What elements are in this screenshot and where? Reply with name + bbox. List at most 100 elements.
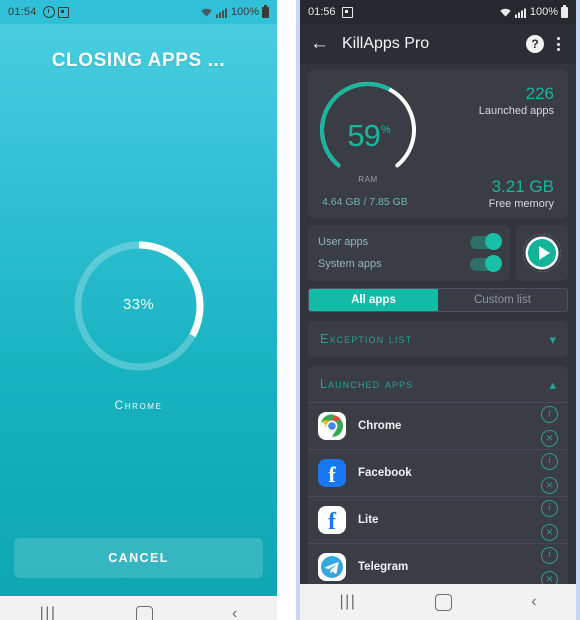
info-icon[interactable]: i — [541, 405, 558, 423]
screenshot-icon — [341, 6, 353, 18]
free-memory-stat: 3.21 GB Free memory — [489, 177, 554, 210]
play-icon[interactable] — [523, 234, 561, 272]
status-right-icons: 100% — [200, 4, 269, 18]
row-actions: i ✕ — [541, 499, 558, 541]
back-arrow-icon[interactable]: ← — [310, 33, 332, 55]
free-memory-label: Free memory — [488, 198, 554, 210]
right-phone: 01:56 100% ← KillApps Pro ? 59% RAM 4.64… — [296, 0, 580, 620]
wifi-icon — [201, 8, 212, 17]
app-type-toggles: User apps System apps — [308, 225, 510, 281]
status-left-icons — [42, 6, 69, 18]
launched-apps-value: 226 — [525, 84, 554, 103]
right-status-bar: 01:56 100% — [300, 0, 576, 24]
list-item[interactable]: f Facebook i ✕ — [308, 449, 568, 496]
chevron-up-icon[interactable]: ▴ — [549, 378, 556, 391]
list-item[interactable]: f Lite i ✕ — [308, 496, 568, 543]
exception-list-header[interactable]: Exception list ▾ — [308, 321, 568, 357]
screenshot-icon — [57, 6, 69, 18]
app-name: Lite — [358, 514, 379, 526]
kill-apps-action[interactable] — [516, 225, 568, 281]
progress-ring: 33% — [71, 238, 207, 374]
status-time: 01:54 — [8, 6, 37, 18]
battery-icon — [561, 4, 568, 18]
close-icon[interactable]: ✕ — [541, 429, 558, 447]
list-item[interactable]: Chrome i ✕ — [308, 402, 568, 449]
recents-icon[interactable]: ||| — [339, 594, 356, 610]
free-memory-value: 3.21 GB — [491, 177, 554, 196]
back-icon[interactable]: ‹ — [232, 606, 237, 620]
launched-apps-list: Chrome i ✕ f Facebook i ✕ f Lite i ✕ Tel… — [308, 402, 568, 584]
telegram-icon — [318, 553, 346, 581]
toggle-system-apps-label: System apps — [318, 258, 382, 270]
ram-label: RAM — [358, 175, 378, 184]
facebook-lite-icon: f — [318, 506, 346, 534]
right-phone-screen: 01:56 100% ← KillApps Pro ? 59% RAM 4.64… — [300, 0, 576, 620]
tab-all-apps[interactable]: All apps — [309, 289, 438, 311]
row-actions: i ✕ — [541, 452, 558, 494]
left-phone: 01:54 100% CLOSING APPS ... 33% Chrome C… — [0, 0, 277, 620]
left-nav-bar: ||| ‹ — [0, 596, 277, 620]
wifi-icon — [500, 8, 511, 17]
launched-apps-stat: 226 Launched apps — [479, 84, 554, 117]
cancel-button[interactable]: CANCEL — [14, 538, 263, 578]
chevron-down-icon[interactable]: ▾ — [549, 333, 556, 346]
toggles-row: User apps System apps — [308, 225, 568, 281]
launched-apps-title: Launched apps — [320, 377, 414, 391]
battery-percent: 100% — [230, 6, 259, 18]
close-icon[interactable]: ✕ — [541, 476, 558, 494]
recents-icon[interactable]: ||| — [40, 606, 57, 620]
memory-usage-text: 4.64 GB / 7.85 GB — [322, 196, 408, 208]
signal-icon — [514, 8, 526, 18]
home-icon[interactable] — [135, 605, 153, 620]
signal-icon — [215, 8, 227, 18]
toggle-user-apps-label: User apps — [318, 236, 369, 248]
list-mode-segmented-control[interactable]: All apps Custom list — [308, 288, 568, 312]
battery-icon — [262, 4, 269, 18]
app-bar: ← KillApps Pro ? — [300, 24, 576, 64]
home-icon[interactable] — [435, 593, 453, 611]
launched-apps-label: Launched apps — [478, 105, 554, 117]
help-icon[interactable]: ? — [526, 35, 544, 53]
close-icon[interactable]: ✕ — [541, 570, 558, 584]
app-name: Facebook — [358, 467, 412, 479]
app-title: KillApps Pro — [342, 35, 430, 52]
left-status-bar: 01:54 100% — [0, 0, 277, 24]
alarm-clock-icon — [42, 6, 55, 18]
ram-percent: 59% — [347, 118, 390, 153]
progress-percent-label: 33% — [123, 296, 154, 313]
app-name: Chrome — [358, 420, 402, 432]
ram-gauge: 59% RAM — [318, 76, 436, 208]
back-icon[interactable]: ‹ — [531, 594, 536, 610]
status-time: 01:56 — [308, 6, 336, 18]
progress-ring-area: 33% Chrome — [0, 238, 277, 412]
toggle-user-apps[interactable]: User apps — [318, 232, 502, 252]
exception-list-title: Exception list — [320, 332, 413, 346]
list-item[interactable]: Telegram i ✕ — [308, 543, 568, 584]
facebook-icon: f — [318, 459, 346, 487]
ram-card: 59% RAM 4.64 GB / 7.85 GB 226 Launched a… — [308, 70, 568, 218]
row-actions: i ✕ — [541, 405, 558, 447]
tab-custom-list[interactable]: Custom list — [438, 289, 567, 311]
status-right-icons: 100% — [499, 4, 568, 18]
right-nav-bar: ||| ‹ — [300, 584, 576, 620]
status-left-icons — [341, 6, 353, 18]
left-screen-body: CLOSING APPS ... 33% Chrome CANCEL — [0, 24, 277, 596]
app-name: Telegram — [358, 561, 409, 573]
launched-apps-header[interactable]: Launched apps ▴ — [308, 366, 568, 402]
overflow-menu-icon[interactable] — [550, 37, 566, 51]
row-actions: i ✕ — [541, 546, 558, 584]
toggle-user-apps-switch[interactable] — [470, 233, 502, 250]
current-app-name: Chrome — [114, 398, 163, 412]
main-scroll-area[interactable]: 59% RAM 4.64 GB / 7.85 GB 226 Launched a… — [300, 64, 576, 584]
toggle-system-apps[interactable]: System apps — [318, 254, 502, 274]
exception-list-section[interactable]: Exception list ▾ — [308, 321, 568, 357]
toggle-system-apps-switch[interactable] — [470, 255, 502, 272]
screenshot-root: 01:54 100% CLOSING APPS ... 33% Chrome C… — [0, 0, 580, 620]
info-icon[interactable]: i — [541, 452, 558, 470]
launched-apps-section: Launched apps ▴ Chrome i ✕ f Facebook i … — [308, 366, 568, 584]
battery-percent: 100% — [529, 6, 558, 18]
info-icon[interactable]: i — [541, 499, 558, 517]
close-icon[interactable]: ✕ — [541, 523, 558, 541]
info-icon[interactable]: i — [541, 546, 558, 564]
closing-apps-title: CLOSING APPS ... — [51, 50, 226, 71]
